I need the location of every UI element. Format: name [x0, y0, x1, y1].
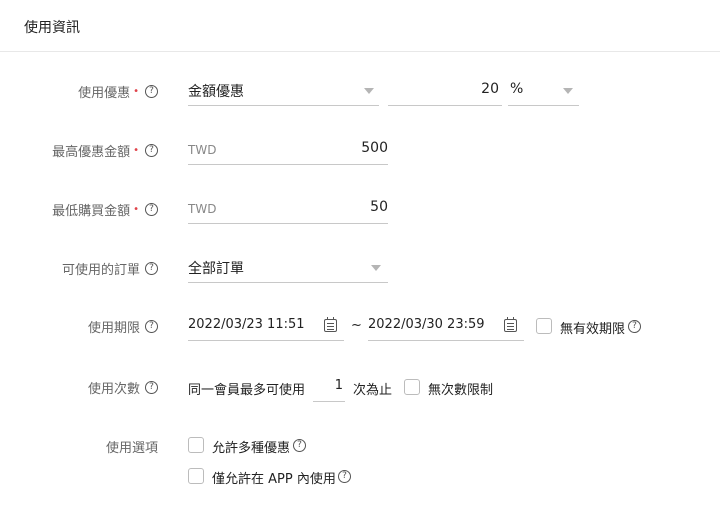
- discount-amount-value: 20: [481, 81, 499, 97]
- usage-suffix-text: 次為止: [353, 383, 393, 398]
- currency-prefix: TWD: [188, 202, 217, 216]
- help-icon[interactable]: ?: [145, 144, 158, 157]
- period-label: 使用期限 ?: [88, 317, 158, 336]
- discount-label: 使用優惠 • ?: [78, 82, 158, 101]
- usage-count-row: 使用次數 ? 同一會員最多可使用 1 次為止 無次數限制: [0, 372, 720, 402]
- period-row: 使用期限 ? 2022/03/23 11:51 ~ 2022/03/30 23:…: [0, 311, 720, 341]
- app-only-label: 僅允許在 APP 內使用: [212, 472, 336, 487]
- help-icon[interactable]: ?: [145, 320, 158, 333]
- caret-down-icon: [364, 88, 374, 94]
- app-only-row: 僅允許在 APP 內使用 ?: [0, 462, 720, 492]
- caret-down-icon: [371, 265, 381, 271]
- discount-type-select[interactable]: 金額優惠: [188, 76, 379, 106]
- end-date-input[interactable]: 2022/03/30 23:59: [368, 311, 524, 341]
- help-icon[interactable]: ?: [145, 85, 158, 98]
- orders-row: 可使用的訂單 ? 全部訂單: [0, 253, 720, 283]
- orders-label-text: 可使用的訂單: [61, 263, 140, 278]
- min-purchase-label: 最低購買金額 • ?: [52, 200, 158, 219]
- usage-prefix-text: 同一會員最多可使用: [188, 383, 306, 398]
- required-dot: •: [133, 203, 139, 215]
- min-purchase-input[interactable]: TWD 50: [188, 194, 388, 224]
- no-period-limit-checkbox[interactable]: [536, 318, 552, 334]
- options-row: 使用選項 允許多種優惠 ?: [0, 431, 720, 461]
- start-date-value: 2022/03/23 11:51: [188, 317, 305, 332]
- usage-count-value: 1: [334, 378, 343, 393]
- discount-type-value: 金額優惠: [188, 84, 244, 100]
- max-discount-label: 最高優惠金額 • ?: [52, 141, 158, 160]
- options-label: 使用選項: [106, 437, 158, 456]
- help-icon[interactable]: ?: [293, 439, 306, 452]
- max-discount-value: 500: [361, 140, 388, 156]
- help-icon[interactable]: ?: [145, 203, 158, 216]
- app-only-checkbox[interactable]: [188, 468, 204, 484]
- date-separator: ~: [351, 318, 362, 333]
- no-period-limit-label: 無有效期限: [560, 322, 626, 337]
- discount-amount-input[interactable]: 20: [388, 76, 502, 106]
- options-label-text: 使用選項: [105, 441, 158, 456]
- no-usage-limit-label: 無次數限制: [428, 383, 494, 398]
- start-date-input[interactable]: 2022/03/23 11:51: [188, 311, 344, 341]
- help-icon[interactable]: ?: [628, 320, 641, 333]
- section-title: 使用資訊: [24, 20, 80, 36]
- help-icon[interactable]: ?: [338, 470, 351, 483]
- currency-prefix: TWD: [188, 143, 217, 157]
- max-discount-row: 最高優惠金額 • ? TWD 500: [0, 135, 720, 165]
- min-purchase-value: 50: [370, 199, 388, 215]
- orders-select[interactable]: 全部訂單: [188, 253, 388, 283]
- discount-row: 使用優惠 • ? 金額優惠 20 %: [0, 76, 720, 106]
- max-discount-input[interactable]: TWD 500: [188, 135, 388, 165]
- orders-value: 全部訂單: [188, 261, 244, 277]
- calendar-icon[interactable]: [504, 317, 517, 332]
- orders-label: 可使用的訂單 ?: [62, 259, 158, 278]
- discount-unit-value: %: [510, 81, 524, 97]
- required-dot: •: [133, 144, 139, 156]
- usage-count-input[interactable]: 1: [313, 372, 345, 402]
- allow-multiple-checkbox[interactable]: [188, 437, 204, 453]
- discount-unit-select[interactable]: %: [508, 76, 579, 106]
- discount-label-text: 使用優惠: [78, 86, 131, 101]
- allow-multiple-label: 允許多種優惠: [212, 441, 291, 456]
- usage-count-label: 使用次數 ?: [88, 378, 158, 397]
- min-purchase-label-text: 最低購買金額: [52, 204, 131, 219]
- period-label-text: 使用期限: [87, 321, 140, 336]
- help-icon[interactable]: ?: [145, 262, 158, 275]
- caret-down-icon: [563, 88, 573, 94]
- required-dot: •: [133, 85, 139, 97]
- no-usage-limit-checkbox[interactable]: [404, 379, 420, 395]
- help-icon[interactable]: ?: [145, 381, 158, 394]
- max-discount-label-text: 最高優惠金額: [52, 145, 131, 160]
- calendar-icon[interactable]: [324, 317, 337, 332]
- end-date-value: 2022/03/30 23:59: [368, 317, 485, 332]
- usage-count-label-text: 使用次數: [87, 382, 140, 397]
- min-purchase-row: 最低購買金額 • ? TWD 50: [0, 194, 720, 224]
- section-header: 使用資訊: [0, 0, 720, 52]
